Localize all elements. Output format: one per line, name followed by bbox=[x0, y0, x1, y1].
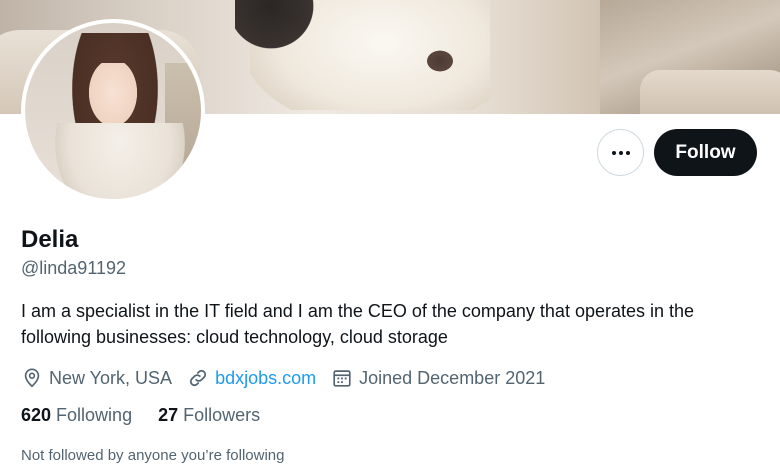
profile-avatar[interactable] bbox=[21, 19, 205, 203]
link-icon bbox=[189, 369, 207, 387]
follow-button[interactable]: Follow bbox=[654, 129, 757, 176]
profile-bio: I am a specialist in the IT field and I … bbox=[21, 301, 695, 347]
banner-dog-snout bbox=[410, 45, 460, 85]
website-item[interactable]: bdxjobs.com bbox=[187, 367, 316, 389]
following-stat[interactable]: 620 Following bbox=[21, 405, 132, 426]
location-pin-icon bbox=[24, 368, 40, 388]
followers-stat[interactable]: 27 Followers bbox=[158, 405, 260, 426]
banner-dog-ear bbox=[235, 0, 325, 60]
avatar-face bbox=[87, 63, 139, 129]
location-text: New York, USA bbox=[49, 367, 173, 388]
joined-text: Joined December 2021 bbox=[359, 367, 546, 388]
joined-item: Joined December 2021 bbox=[331, 367, 545, 389]
banner-chair bbox=[640, 70, 780, 114]
profile-meta: New York, USA bdxjobs.com Joined Decembe… bbox=[21, 365, 560, 391]
calendar-icon bbox=[333, 370, 351, 387]
location-item: New York, USA bbox=[21, 367, 172, 389]
profile-stats: 620 Following 27 Followers bbox=[21, 405, 286, 426]
not-followed-note: Not followed by anyone you’re following bbox=[21, 447, 285, 464]
avatar-sweater bbox=[55, 123, 185, 199]
following-count: 620 bbox=[21, 405, 52, 425]
more-options-button[interactable] bbox=[597, 129, 644, 176]
profile-handle: @linda91192 bbox=[21, 258, 127, 278]
more-horizontal-icon bbox=[611, 150, 630, 155]
profile-name: Delia bbox=[21, 226, 79, 253]
website-link[interactable]: bdxjobs.com bbox=[215, 368, 316, 389]
followers-count: 27 bbox=[158, 405, 179, 425]
followers-label: Followers bbox=[183, 405, 261, 425]
following-label: Following bbox=[56, 405, 133, 425]
